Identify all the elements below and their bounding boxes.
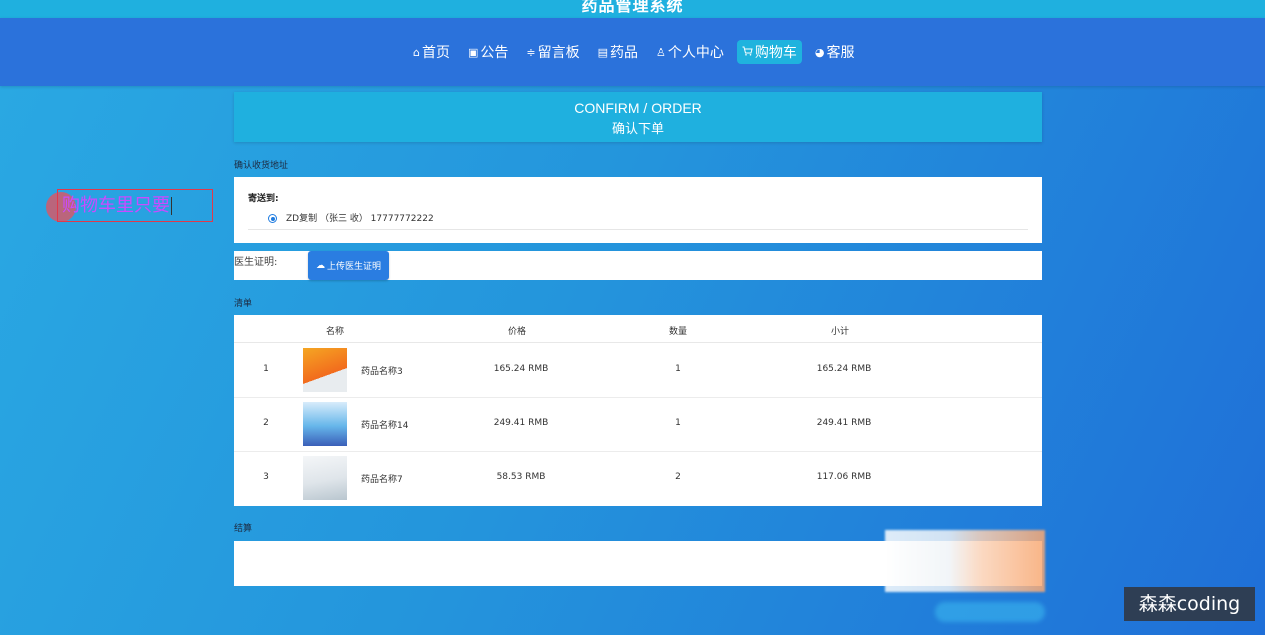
product-subtotal: 165.24 RMB (816, 364, 872, 374)
product-quantity: 2 (675, 472, 681, 482)
table-row: 1 药品名称3 165.24 RMB 1 165.24 RMB (234, 343, 1042, 398)
product-price: 165.24 RMB (493, 364, 549, 374)
product-quantity: 1 (675, 364, 681, 374)
product-name: 药品名称3 (361, 367, 403, 377)
cloud-upload-icon: ☁ (315, 260, 325, 271)
home-icon: ⌂ (413, 45, 420, 59)
text-caret (171, 197, 172, 215)
top-title-bar: 药品管理系统 (0, 0, 1265, 18)
address-text[interactable]: ZD复制 （张三 收） 17777772222 (286, 211, 434, 224)
blurred-submit-button[interactable] (935, 602, 1045, 622)
nav-item-customer-service[interactable]: ◕ 客服 (810, 40, 860, 64)
nav-item-label: 购物车 (754, 45, 797, 61)
upload-button-label: 上传医生证明 (326, 262, 381, 272)
nav-item-label: 公告 (480, 45, 509, 61)
certificate-panel: 医生证明: ☁ 上传医生证明 (234, 251, 1042, 280)
user-icon: ♙ (656, 45, 666, 59)
upload-certificate-button[interactable]: ☁ 上传医生证明 (308, 251, 389, 280)
site-title: 药品管理系统 (581, 0, 684, 15)
certificate-label: 医生证明: (234, 257, 278, 268)
customer-service-icon: ◕ (814, 45, 825, 59)
column-header-name: 名称 (325, 327, 345, 337)
nav-item-message-board[interactable]: ≑ 留言板 (521, 40, 584, 64)
cart-icon (742, 46, 753, 59)
product-image[interactable] (303, 402, 347, 446)
product-name: 药品名称14 (361, 421, 409, 431)
row-index: 2 (263, 418, 269, 428)
table-row: 3 药品名称7 58.53 RMB 2 117.06 RMB (234, 451, 1042, 505)
product-subtotal: 249.41 RMB (816, 418, 872, 428)
nav-item-label: 药品 (610, 45, 639, 61)
nav-item-medicine[interactable]: ▤ 药品 (593, 40, 643, 64)
confirm-order-header: CONFIRM / ORDER 确认下单 (234, 92, 1042, 142)
nav-item-notice[interactable]: ▣ 公告 (463, 40, 513, 64)
table-row: 2 药品名称14 249.41 RMB 1 249.41 RMB (234, 397, 1042, 452)
nav-menu: ⌂ 首页 ▣ 公告 ≑ 留言板 ▤ 药品 ♙ 个人中心 购物车 ◕ 客服 (408, 40, 860, 64)
main-navbar: ⌂ 首页 ▣ 公告 ≑ 留言板 ▤ 药品 ♙ 个人中心 购物车 ◕ 客服 (0, 18, 1265, 86)
nav-item-label: 个人中心 (667, 45, 724, 61)
address-radio[interactable] (268, 214, 277, 223)
annotation-text: 购物车里只要 (62, 195, 170, 216)
product-price: 249.41 RMB (493, 418, 549, 428)
order-list-table: 名称 价格 数量 小计 1 药品名称3 165.24 RMB 1 165.24 … (234, 315, 1042, 506)
product-subtotal: 117.06 RMB (816, 472, 872, 482)
nav-item-label: 首页 (421, 45, 450, 61)
product-image[interactable] (303, 456, 347, 500)
column-header-quantity: 数量 (668, 327, 688, 337)
nav-item-cart[interactable]: 购物车 (736, 40, 802, 64)
header-title-zh: 确认下单 (611, 122, 664, 137)
message-board-icon: ≑ (526, 45, 536, 59)
nav-item-home[interactable]: ⌂ 首页 (408, 40, 455, 64)
nav-item-label: 留言板 (537, 45, 580, 61)
address-panel: 寄送到: ZD复制 （张三 收） 17777772222 (234, 177, 1042, 243)
column-header-price: 价格 (507, 327, 527, 337)
divider (248, 229, 1028, 230)
product-image[interactable] (303, 348, 347, 392)
blurred-checkout-area (885, 530, 1045, 592)
header-title-en: CONFIRM / ORDER (574, 100, 702, 116)
notice-icon: ▣ (467, 45, 479, 59)
column-header-subtotal: 小计 (830, 327, 850, 337)
product-price: 58.53 RMB (496, 472, 546, 482)
list-section-label: 清单 (234, 299, 253, 309)
medicine-icon: ▤ (597, 45, 609, 59)
row-index: 1 (263, 364, 269, 374)
settlement-section-label: 结算 (234, 524, 253, 534)
row-index: 3 (263, 472, 269, 482)
annotation-textbox[interactable]: 购物车里只要 (57, 189, 213, 222)
nav-item-personal-center[interactable]: ♙ 个人中心 (651, 40, 729, 64)
nav-item-label: 客服 (826, 45, 855, 61)
send-to-label: 寄送到: (248, 194, 279, 204)
product-quantity: 1 (675, 418, 681, 428)
product-name: 药品名称7 (361, 475, 403, 485)
address-section-label: 确认收货地址 (234, 161, 289, 171)
brand-watermark: 森森coding (1124, 587, 1255, 621)
